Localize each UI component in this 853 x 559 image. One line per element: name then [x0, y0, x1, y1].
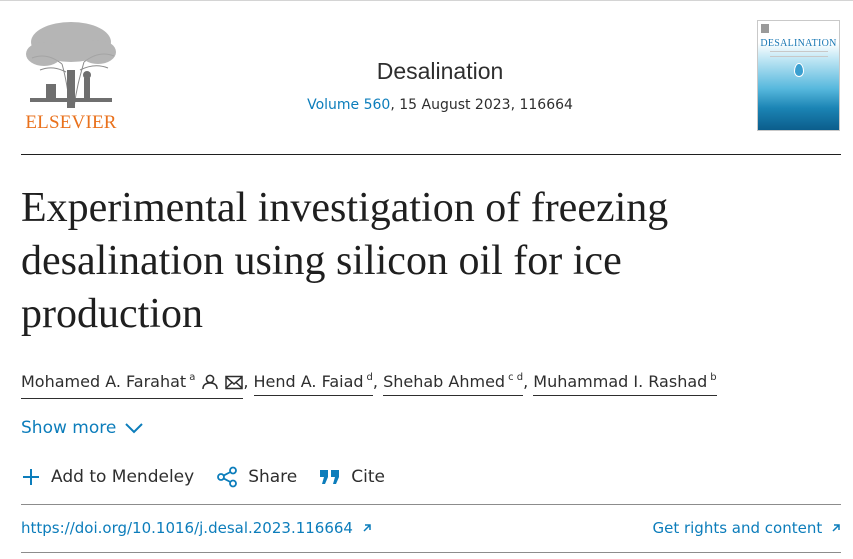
author-link[interactable]: Shehab Ahmed c d [383, 366, 524, 396]
journal-title[interactable]: Desalination [377, 58, 504, 85]
author-link[interactable]: Mohamed A. Farahat a [21, 366, 244, 399]
water-drop-icon [794, 63, 804, 77]
share-icon [217, 466, 238, 488]
rights-link[interactable]: Get rights and content [652, 519, 841, 537]
author-name: Hend A. Faiad [253, 372, 364, 391]
elsevier-logo[interactable]: ELSEVIER [22, 20, 120, 133]
header-divider [21, 154, 841, 155]
author-name: Shehab Ahmed [383, 372, 506, 391]
author-name: Muhammad I. Rashad [533, 372, 708, 391]
journal-cover[interactable]: DESALINATION [757, 20, 840, 131]
author-affiliation: b [710, 372, 717, 383]
external-link-icon [832, 524, 840, 532]
mail-icon [225, 373, 244, 397]
doi-divider [21, 504, 841, 505]
author-link[interactable]: Hend A. Faiad d [253, 366, 373, 396]
author-list: Mohamed A. Farahat a, Hend A. Faiad d, She… [21, 366, 841, 399]
author-name: Mohamed A. Farahat [21, 372, 187, 391]
cite-label: Cite [351, 467, 385, 487]
doi-link[interactable]: https://doi.org/10.1016/j.desal.2023.116… [21, 519, 372, 537]
add-to-mendeley-button[interactable]: Add to Mendeley [21, 467, 194, 487]
article-actions: Add to Mendeley Share Cite [21, 466, 407, 488]
publisher-name: ELSEVIER [25, 112, 117, 133]
mendeley-label: Add to Mendeley [51, 467, 195, 487]
person-icon [201, 373, 219, 397]
author-separator: , [243, 372, 254, 391]
cover-subtitle-lines [770, 51, 828, 57]
volume-link[interactable]: Volume 560 [307, 97, 390, 113]
journal-header: Desalination Volume 560, 15 August 2023,… [180, 58, 700, 113]
article-title: Experimental investigation of freezing d… [21, 185, 669, 337]
chevron-down-icon [125, 423, 144, 434]
doi-text: https://doi.org/10.1016/j.desal.2023.116… [21, 519, 353, 537]
author-link[interactable]: Muhammad I. Rashad b [533, 366, 717, 396]
external-link-icon [363, 524, 371, 532]
issue-info: Volume 560, 15 August 2023, 116664 [180, 97, 700, 113]
bottom-divider [21, 552, 841, 553]
cover-title: DESALINATION [760, 38, 837, 49]
issue-date: , 15 August 2023, 116664 [390, 97, 573, 113]
show-more-button[interactable]: Show more [21, 418, 144, 438]
author-separator: , [372, 372, 384, 391]
share-button[interactable]: Share [216, 466, 297, 488]
share-label: Share [248, 467, 298, 487]
rights-text: Get rights and content [652, 519, 823, 537]
cover-publisher-mark [761, 24, 769, 33]
top-divider [0, 0, 853, 1]
plus-icon [23, 469, 39, 485]
author-affiliation: c d [508, 372, 524, 383]
author-affiliation: a [189, 372, 196, 383]
author-separator: , [523, 372, 534, 391]
quote-icon [320, 470, 340, 484]
elsevier-tree-icon [22, 20, 120, 110]
show-more-label: Show more [21, 418, 117, 438]
cite-button[interactable]: Cite [319, 467, 385, 487]
